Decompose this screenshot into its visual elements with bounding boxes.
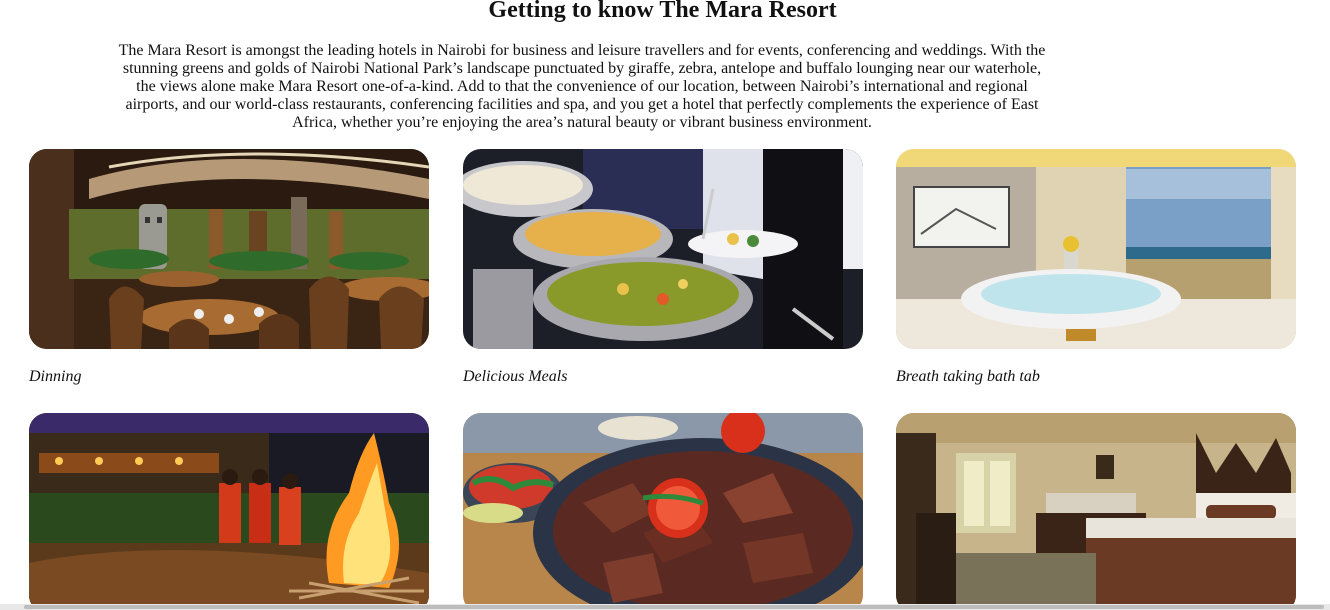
gallery-caption-3: Breath taking bath tab	[896, 368, 1040, 385]
gallery-image-bathtub[interactable]	[896, 149, 1296, 349]
scrollbar-thumb[interactable]	[24, 605, 1324, 609]
gallery-image-dining[interactable]	[29, 149, 429, 349]
bathtub-photo	[896, 149, 1296, 349]
gallery-image-bonfire[interactable]	[29, 413, 429, 610]
intro-paragraph: The Mara Resort is amongst the leading h…	[118, 42, 1046, 131]
gallery-caption-1: Dinning	[29, 368, 82, 385]
gallery-image-meat-platter[interactable]	[463, 413, 863, 610]
bonfire-photo	[29, 413, 429, 610]
meat-platter-photo	[463, 413, 863, 610]
gallery-caption-2: Delicious Meals	[463, 368, 568, 385]
page-title: Getting to know The Mara Resort	[488, 0, 837, 23]
bedroom-photo	[896, 413, 1296, 610]
page: Getting to know The Mara Resort The Mara…	[0, 0, 1330, 610]
gallery-image-buffet[interactable]	[463, 149, 863, 349]
gallery-image-bedroom[interactable]	[896, 413, 1296, 610]
buffet-photo	[463, 149, 863, 349]
dining-photo	[29, 149, 429, 349]
